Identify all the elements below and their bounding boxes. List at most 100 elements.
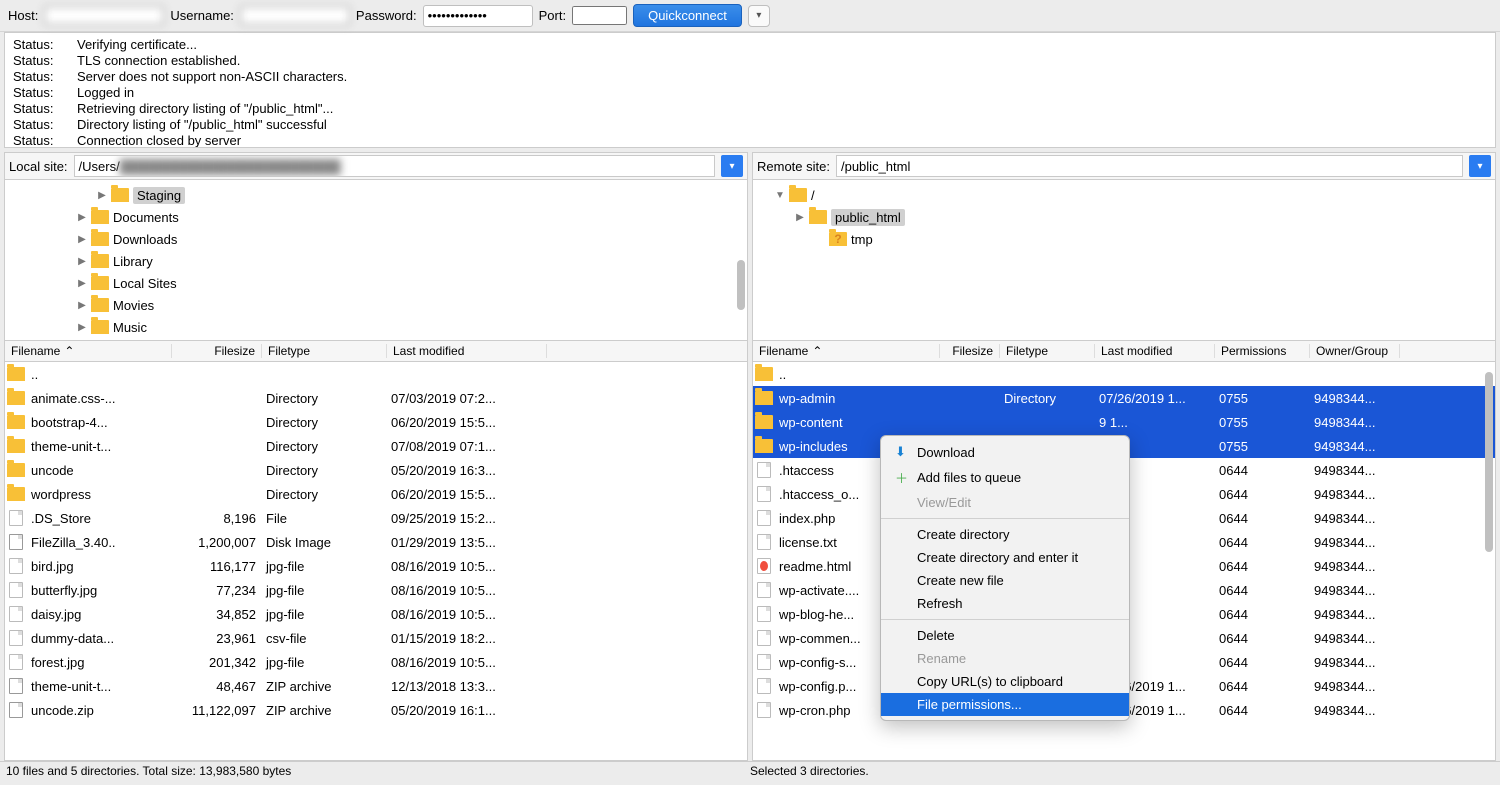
file-row[interactable]: wordpress Directory 06/20/2019 15:5...: [5, 482, 747, 506]
col-filetype[interactable]: Filetype: [268, 344, 310, 358]
tree-item[interactable]: ▶ Library: [7, 250, 745, 272]
file-permissions: 0644: [1215, 487, 1310, 502]
menu-label: Copy URL(s) to clipboard: [917, 674, 1063, 689]
menu-item[interactable]: Create directory and enter it: [881, 546, 1129, 569]
file-row[interactable]: butterfly.jpg 77,234 jpg-file 08/16/2019…: [5, 578, 747, 602]
remote-list-header[interactable]: Filename⌃ Filesize Filetype Last modifie…: [752, 340, 1496, 362]
tree-item[interactable]: ▶ Downloads: [7, 228, 745, 250]
port-input[interactable]: [572, 6, 627, 25]
disclosure-icon[interactable]: ▼: [775, 190, 785, 201]
file-row[interactable]: dummy-data... 23,961 csv-file 01/15/2019…: [5, 626, 747, 650]
disclosure-icon[interactable]: ▶: [77, 322, 87, 333]
password-input[interactable]: [423, 5, 533, 27]
col-filetype[interactable]: Filetype: [1006, 344, 1048, 358]
remote-path-field[interactable]: /public_html: [836, 155, 1463, 177]
col-filename[interactable]: Filename: [759, 344, 808, 358]
col-modified[interactable]: Last modified: [393, 344, 464, 358]
tree-item[interactable]: ▶ Staging: [7, 184, 745, 206]
tree-item[interactable]: ▶Documents: [7, 206, 745, 228]
local-status: 10 files and 5 directories. Total size: …: [6, 764, 750, 779]
tree-item[interactable]: tmp: [755, 228, 1493, 250]
local-path-field[interactable]: /Users/ ████████████████████████: [74, 155, 715, 177]
tree-label: Library: [113, 254, 153, 269]
file-name: daisy.jpg: [27, 607, 172, 622]
file-icon: [757, 582, 771, 598]
file-owner: 9498344...: [1310, 511, 1400, 526]
disclosure-icon[interactable]: ▶: [77, 300, 87, 311]
host-input[interactable]: [44, 6, 164, 25]
disclosure-icon[interactable]: ▶: [77, 278, 87, 289]
menu-item[interactable]: Create directory: [881, 523, 1129, 546]
tree-item[interactable]: ▼/: [755, 184, 1493, 206]
scrollbar-thumb[interactable]: [737, 260, 745, 310]
folder-icon: [809, 210, 827, 224]
file-row[interactable]: .DS_Store 8,196 File 09/25/2019 15:2...: [5, 506, 747, 530]
tree-item[interactable]: ▶public_html: [755, 206, 1493, 228]
menu-item[interactable]: ⬇Download: [881, 440, 1129, 464]
file-owner: 9498344...: [1310, 703, 1400, 718]
menu-item[interactable]: Copy URL(s) to clipboard: [881, 670, 1129, 693]
remote-tree[interactable]: ▼/▶public_htmltmp: [752, 180, 1496, 340]
file-row[interactable]: theme-unit-t... Directory 07/08/2019 07:…: [5, 434, 747, 458]
local-list-header[interactable]: Filename⌃ Filesize Filetype Last modifie…: [4, 340, 748, 362]
menu-item[interactable]: ＋Add files to queue: [881, 464, 1129, 491]
file-row[interactable]: ..: [753, 362, 1495, 386]
file-type: Directory: [262, 487, 387, 502]
tree-label: Movies: [113, 298, 154, 313]
tree-label: Local Sites: [113, 276, 177, 291]
file-row[interactable]: wp-admin Directory 07/26/2019 1...0755 9…: [753, 386, 1495, 410]
file-row[interactable]: bird.jpg 116,177 jpg-file 08/16/2019 10:…: [5, 554, 747, 578]
file-row[interactable]: FileZilla_3.40.. 1,200,007 Disk Image 01…: [5, 530, 747, 554]
menu-label: Delete: [917, 628, 955, 643]
context-menu[interactable]: ⬇Download＋Add files to queueView/EditCre…: [880, 435, 1130, 721]
file-icon: [757, 510, 771, 526]
log-label: Status:: [13, 53, 57, 69]
menu-item[interactable]: Create new file: [881, 569, 1129, 592]
file-row[interactable]: ..: [5, 362, 747, 386]
username-input[interactable]: [240, 6, 350, 25]
col-filename[interactable]: Filename: [11, 344, 60, 358]
disclosure-icon[interactable]: ▶: [795, 212, 805, 223]
local-tree[interactable]: ▶Staging▶Documents▶Downloads▶Library▶Loc…: [4, 180, 748, 340]
tree-label: Downloads: [113, 232, 177, 247]
disclosure-icon[interactable]: ▶: [77, 256, 87, 267]
tree-label: Staging: [133, 187, 185, 204]
disclosure-icon[interactable]: ▶: [77, 212, 87, 223]
file-name: ..: [27, 367, 172, 382]
file-row[interactable]: bootstrap-4... Directory 06/20/2019 15:5…: [5, 410, 747, 434]
menu-item[interactable]: File permissions...: [881, 693, 1129, 716]
quickconnect-button[interactable]: Quickconnect: [633, 4, 742, 27]
disclosure-icon[interactable]: ▶: [77, 234, 87, 245]
tree-item[interactable]: ▶ Local Sites: [7, 272, 745, 294]
tree-item[interactable]: ▶Music: [7, 316, 745, 338]
col-owner[interactable]: Owner/Group: [1316, 344, 1388, 358]
col-filesize[interactable]: Filesize: [952, 344, 993, 358]
file-name: theme-unit-t...: [27, 439, 172, 454]
log-message: Server does not support non-ASCII charac…: [77, 69, 347, 85]
quickconnect-dropdown[interactable]: [748, 5, 770, 27]
file-row[interactable]: theme-unit-t... 48,467 ZIP archive 12/13…: [5, 674, 747, 698]
col-filesize[interactable]: Filesize: [214, 344, 255, 358]
file-row[interactable]: daisy.jpg 34,852 jpg-file 08/16/2019 10:…: [5, 602, 747, 626]
local-file-list[interactable]: .. animate.css-... Directory 07/03/2019 …: [4, 362, 748, 761]
tree-item[interactable]: ▶ Movies: [7, 294, 745, 316]
file-row[interactable]: wp-content 9 1...0755 9498344...: [753, 410, 1495, 434]
disclosure-icon[interactable]: ▶: [97, 190, 107, 201]
file-row[interactable]: forest.jpg 201,342 jpg-file 08/16/2019 1…: [5, 650, 747, 674]
col-permissions[interactable]: Permissions: [1221, 344, 1286, 358]
file-modified: 06/20/2019 15:5...: [387, 487, 547, 502]
file-row[interactable]: animate.css-... Directory 07/03/2019 07:…: [5, 386, 747, 410]
file-size: 201,342: [172, 655, 262, 670]
file-row[interactable]: uncode Directory 05/20/2019 16:3...: [5, 458, 747, 482]
tree-label: /: [811, 188, 815, 203]
file-permissions: 0644: [1215, 655, 1310, 670]
menu-item[interactable]: Refresh: [881, 592, 1129, 615]
port-label: Port:: [539, 8, 566, 23]
file-row[interactable]: uncode.zip 11,122,097 ZIP archive 05/20/…: [5, 698, 747, 722]
menu-item[interactable]: Delete: [881, 624, 1129, 647]
col-modified[interactable]: Last modified: [1101, 344, 1172, 358]
scrollbar-thumb[interactable]: [1485, 372, 1493, 552]
file-owner: 9498344...: [1310, 583, 1400, 598]
remote-path-dropdown[interactable]: [1469, 155, 1491, 177]
local-path-dropdown[interactable]: [721, 155, 743, 177]
